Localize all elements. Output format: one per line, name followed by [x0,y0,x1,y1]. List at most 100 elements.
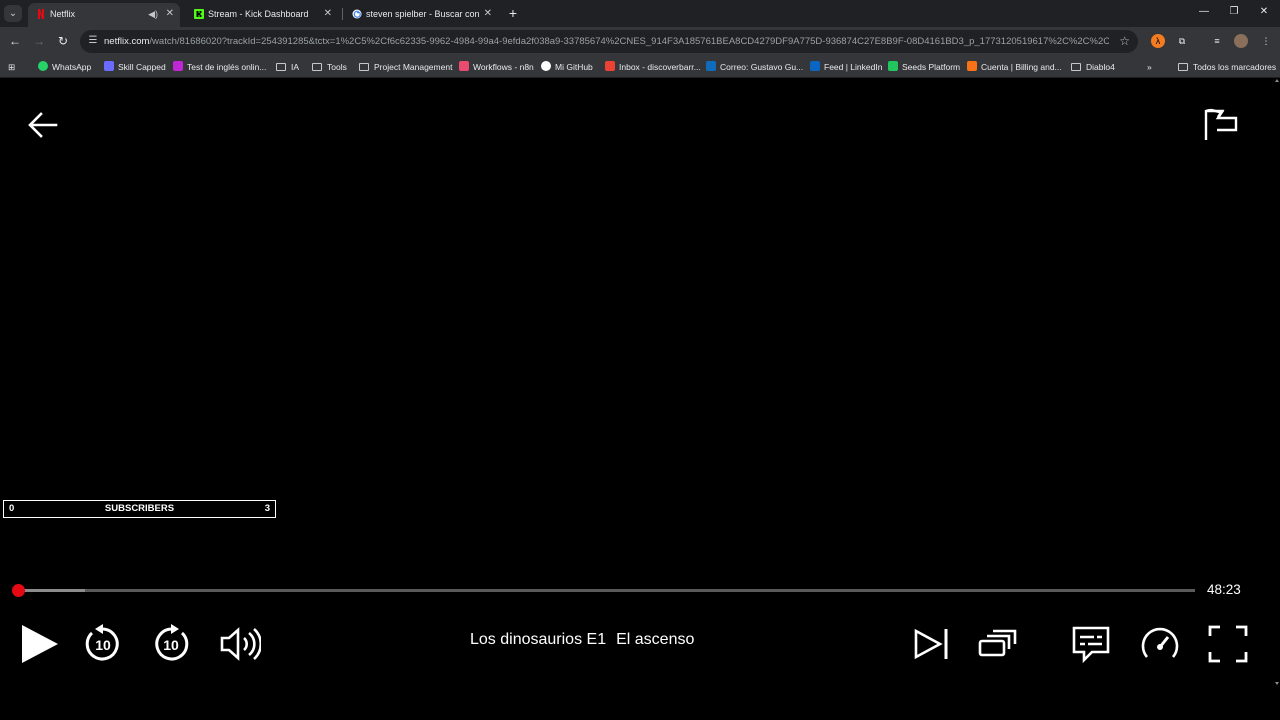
apps-grid-icon[interactable]: ⊞ [8,59,15,75]
bookmark-label: Mi GitHub [555,62,593,72]
bookmark-item[interactable]: Project Management [359,59,452,75]
folder-icon [1178,63,1188,71]
restore-icon[interactable]: ❐ [1226,4,1242,20]
forward-icon[interactable]: → [31,33,47,49]
bookmark-item[interactable]: Workflows - n8n [459,59,534,75]
minimize-icon[interactable]: — [1196,4,1212,20]
episodes-icon[interactable] [977,623,1019,665]
bookmark-star-icon[interactable]: ☆ [1119,33,1130,49]
bookmark-item[interactable]: WhatsApp [38,59,91,75]
billing-icon [967,61,977,71]
svg-text:10: 10 [163,637,179,653]
bookmark-item[interactable]: Seeds Platform [888,59,960,75]
bookmark-label: WhatsApp [52,62,92,72]
progress-buffered [18,589,86,592]
menu-kebab-icon[interactable]: ⋮ [1259,34,1273,48]
bookmark-item[interactable]: Correo: Gustavo Gu... [706,59,803,75]
new-tab-button[interactable]: + [505,5,521,21]
bookmark-label: Test de inglés onlin... [187,62,267,72]
report-flag-icon[interactable] [1202,106,1238,142]
kick-icon [194,9,204,19]
bookmark-label: Workflows - n8n [473,62,534,72]
close-window-icon[interactable]: ✕ [1256,4,1272,20]
profile-avatar[interactable] [1234,34,1248,48]
tab-netflix[interactable]: Netflix ◀) ✕ [28,3,180,27]
tab-title: Netflix [50,9,76,19]
bookmark-item[interactable]: Tools [312,59,347,75]
close-icon[interactable]: ✕ [484,3,492,25]
speaker-icon[interactable]: ◀) [148,3,158,25]
subtitles-icon[interactable] [1070,623,1112,665]
bookmark-label: Correo: Gustavo Gu... [720,62,804,72]
all-bookmarks-folder[interactable]: Todos los marcadores [1178,59,1276,75]
bookmark-label: IA [291,62,300,72]
tab-google[interactable]: steven spielber - Buscar con Google ✕ [344,3,498,27]
bookmark-label: Skill Capped [118,62,166,72]
bookmark-item[interactable]: Test de inglés onlin... [173,59,266,75]
close-icon[interactable]: ✕ [324,3,332,25]
bookmark-item[interactable]: Feed | LinkedIn [810,59,882,75]
tab-strip: ⌄ Netflix ◀) ✕ Stream - Kick Dashboard ✕… [0,0,1280,27]
extension-icon[interactable]: λ [1151,34,1165,48]
tab-title: Stream - Kick Dashboard [208,9,309,19]
tab-title: steven spielber - Buscar con Google [366,9,481,19]
netflix-icon [38,9,44,19]
forward-10-icon[interactable]: 10 [150,623,192,665]
extensions-puzzle-icon[interactable]: ⧉ [1175,34,1189,48]
skill-capped-icon [104,61,114,71]
bookmark-item[interactable]: Skill Capped [104,59,166,75]
all-bookmarks-label: Todos los marcadores [1193,62,1277,72]
ef-icon [173,61,183,71]
back-arrow-icon[interactable] [26,108,60,142]
google-icon [352,9,362,19]
github-icon [541,61,551,71]
page-scrollbar[interactable] [1274,78,1280,698]
seeds-icon [888,61,898,71]
svg-text:10: 10 [95,637,111,653]
video-player[interactable]: 0 SUBSCRIBERS 3 48:23 10 10 Los dinosaur… [0,78,1280,720]
bookmark-label: Diablo4 [1086,62,1115,72]
playback-speed-icon[interactable] [1139,623,1181,665]
bookmarks-bar: ⊞ WhatsApp Skill Capped Test de inglés onl… [0,56,1280,78]
progress-bar[interactable] [12,584,1195,597]
back-icon[interactable]: ← [7,33,23,49]
site-info-icon[interactable]: ☰ [87,35,99,47]
folder-icon [312,63,322,71]
n8n-icon [459,61,469,71]
episode-name: El ascenso [616,631,695,648]
url-path: /watch/81686020?trackId=254391285&tctx=1… [149,36,1109,47]
whatsapp-icon [38,61,48,71]
address-bar[interactable]: ☰ netflix.com/watch/81686020?trackId=254… [80,30,1138,53]
tab-kick[interactable]: Stream - Kick Dashboard ✕ [186,3,338,27]
fullscreen-icon[interactable] [1207,623,1249,665]
media-controls-icon[interactable]: ≡ [1210,34,1224,48]
folder-icon [276,63,286,71]
time-remaining: 48:23 [1207,582,1241,597]
gmail-icon [605,61,615,71]
bookmark-item[interactable]: IA [276,59,299,75]
url-text[interactable]: netflix.com/watch/81686020?trackId=25439… [104,30,1109,53]
scrubber-handle[interactable] [12,584,25,597]
browser-toolbar: ← → ↻ ☰ netflix.com/watch/81686020?track… [0,27,1280,56]
bookmark-item[interactable]: Inbox - discoverbarr... [605,59,701,75]
play-icon[interactable] [18,623,60,665]
rewind-10-icon[interactable]: 10 [82,623,124,665]
folder-icon [359,63,369,71]
episode-number: E1 [586,631,607,648]
bookmark-item[interactable]: Diablo4 [1071,59,1115,75]
bookmark-item[interactable]: Mi GitHub [541,59,593,75]
bookmark-label: Cuenta | Billing and... [981,62,1062,72]
next-episode-icon[interactable] [910,623,952,665]
more-bookmarks-button[interactable]: » [1147,59,1152,75]
subscribers-widget: 0 SUBSCRIBERS 3 [3,500,276,518]
subscribers-label: SUBSCRIBERS [104,503,175,514]
bookmark-label: Seeds Platform [902,62,961,72]
show-title: Los dinosaurios [470,631,583,648]
reload-icon[interactable]: ↻ [55,33,71,49]
volume-icon[interactable] [219,623,261,665]
tab-search-button[interactable]: ⌄ [4,5,22,22]
close-icon[interactable]: ✕ [166,3,174,25]
tab-separator [342,8,343,20]
bookmark-item[interactable]: Cuenta | Billing and... [967,59,1062,75]
linkedin-icon [810,61,820,71]
